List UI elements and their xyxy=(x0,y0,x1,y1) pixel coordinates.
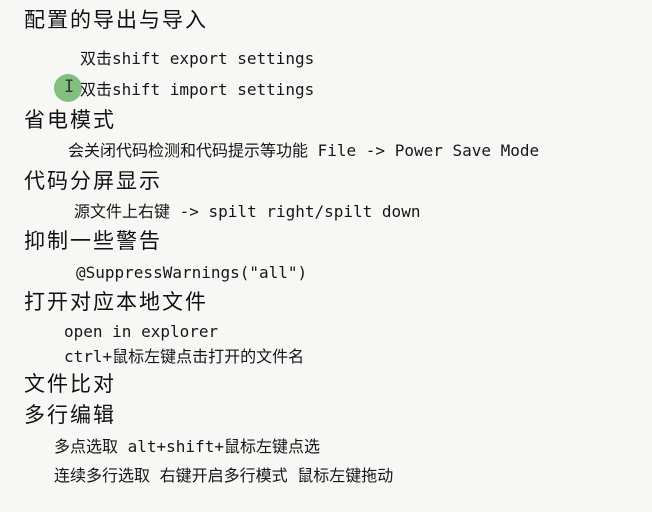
item-continuous-multi-line-select: 连续多行选取 右键开启多行模式 鼠标左键拖动 xyxy=(54,466,394,485)
heading-suppress-warnings: 抑制一些警告 xyxy=(24,229,162,253)
item-multi-point-select: 多点选取 alt+shift+鼠标左键点选 xyxy=(54,437,320,456)
item-ctrl-click-filename: ctrl+鼠标左键点击打开的文件名 xyxy=(64,347,305,366)
heading-multi-line-edit: 多行编辑 xyxy=(24,403,116,427)
heading-split-screen: 代码分屏显示 xyxy=(24,169,162,193)
heading-power-save: 省电模式 xyxy=(24,108,116,132)
slide-page: 配置的导出与导入 双击shift export settings I 双击shi… xyxy=(0,0,652,512)
text-cursor-icon: I xyxy=(64,77,75,97)
item-power-save-mode: 会关闭代码检测和代码提示等功能 File -> Power Save Mode xyxy=(68,141,540,160)
item-import-settings: 双击shift import settings xyxy=(80,80,315,99)
item-export-settings: 双击shift export settings xyxy=(80,49,315,68)
heading-config-export-import: 配置的导出与导入 xyxy=(24,8,208,32)
item-split-right-down: 源文件上右键 -> spilt right/spilt down xyxy=(74,202,421,221)
item-suppress-warnings-annotation: @SuppressWarnings("all") xyxy=(76,263,308,282)
heading-file-compare: 文件比对 xyxy=(24,372,116,396)
item-open-in-explorer: open in explorer xyxy=(64,322,219,341)
heading-open-local-file: 打开对应本地文件 xyxy=(24,290,208,314)
